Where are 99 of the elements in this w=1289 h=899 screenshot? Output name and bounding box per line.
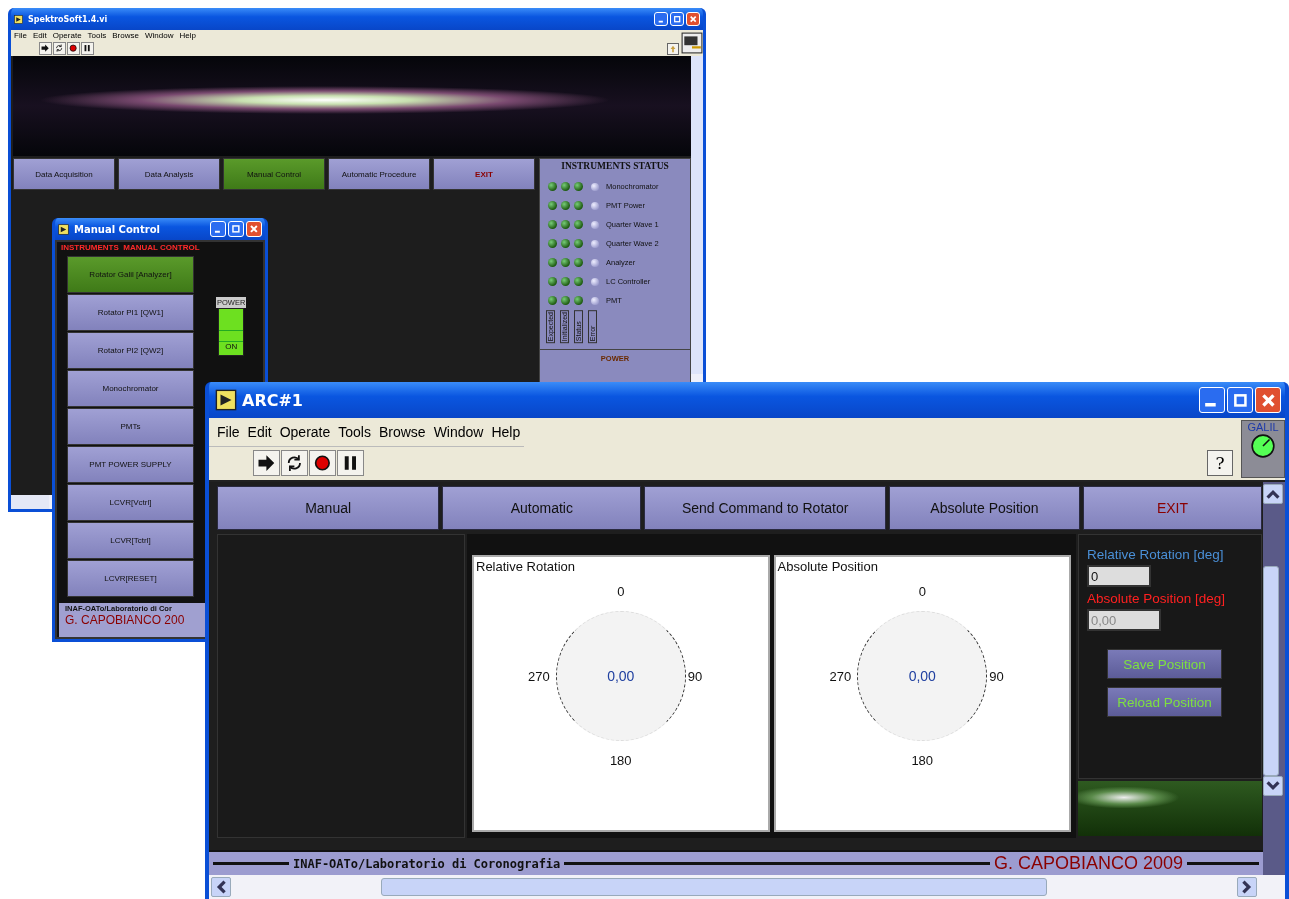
vertical-scrollbar[interactable]	[691, 56, 703, 374]
scroll-thumb[interactable]	[1263, 566, 1279, 776]
menu-item[interactable]: Browse	[374, 424, 430, 440]
input-field[interactable]: 0	[1087, 565, 1151, 587]
tick-label: 90	[989, 668, 1004, 684]
author-credit: G. CAPOBIANCO 2009	[993, 853, 1183, 874]
arrow-icon	[41, 44, 50, 53]
tab[interactable]: EXIT	[1082, 486, 1262, 530]
menu-item[interactable]: Operate	[275, 424, 335, 440]
app-icon	[215, 389, 237, 411]
window-title: SpektroSoft1.4.vi	[28, 14, 109, 24]
tab[interactable]: Automatic Procedure	[328, 158, 430, 190]
dial-value: 0,00	[607, 668, 635, 684]
run-button[interactable]	[253, 450, 280, 476]
maximize-button[interactable]	[1227, 387, 1253, 413]
minimize-button[interactable]	[654, 12, 668, 26]
tab[interactable]: EXIT	[433, 158, 535, 190]
gauge-title: Absolute Position	[777, 559, 879, 574]
instrument-button[interactable]: Rotator PI1 [QW1]	[67, 294, 194, 331]
app-icon	[58, 223, 69, 235]
close-button[interactable]	[1255, 387, 1281, 413]
stop-button[interactable]	[67, 42, 80, 55]
tab[interactable]: Manual Control	[223, 158, 325, 190]
panel-title: INSTRUMENTS STATUS	[561, 160, 669, 173]
tick-label: 90	[687, 668, 703, 684]
minimize-button[interactable]	[1199, 387, 1225, 413]
tick-label: 270	[528, 668, 550, 684]
menu-item[interactable]: Operate	[49, 30, 85, 42]
arrow-icon	[257, 454, 276, 472]
close-icon	[688, 14, 698, 24]
run-continuously-button[interactable]	[53, 42, 66, 55]
field-label: Relative Rotation [deg]	[1087, 547, 1224, 562]
lab-name: INAF-OATo/Laboratorio di Coronografia	[293, 856, 561, 871]
menu-item[interactable]: File	[213, 424, 244, 440]
minimize-button[interactable]	[210, 221, 226, 237]
tick-label: 180	[609, 753, 632, 768]
scroll-thumb[interactable]	[381, 878, 1047, 896]
tick-label: 0	[918, 584, 926, 599]
instrument-button[interactable]: LCVR[RESET]	[67, 560, 194, 597]
menu-item[interactable]: Help	[487, 424, 525, 440]
tick-label: 270	[829, 668, 852, 684]
stop-button[interactable]	[309, 450, 336, 476]
instrument-button[interactable]: LCVR[Tctrl]	[67, 522, 194, 559]
circular-arrows-icon	[285, 454, 304, 472]
tab[interactable]: Data Analysis	[118, 158, 220, 190]
window-title: ARC#1	[242, 390, 304, 410]
instrument-button[interactable]: Rotator Galil [Analyzer]	[67, 256, 194, 293]
instrument-button[interactable]: LCVR[Vctrl]	[67, 484, 194, 521]
menu-item[interactable]: Help	[176, 30, 199, 42]
knob-icon	[1250, 433, 1276, 459]
run-continuously-button[interactable]	[281, 450, 308, 476]
gauge-title: Relative Rotation	[476, 559, 576, 574]
badge-label: GALIL	[1247, 421, 1279, 433]
run-button[interactable]	[39, 42, 52, 55]
maximize-icon	[1231, 391, 1249, 409]
author-credit: G. CAPOBIANCO 200	[65, 613, 186, 627]
stop-icon	[69, 44, 78, 53]
maximize-icon	[231, 224, 241, 234]
menu-item[interactable]: File	[11, 30, 30, 42]
tick-label: 180	[911, 753, 934, 768]
menu-item[interactable]: Browse	[109, 30, 142, 42]
tab[interactable]: Manual	[217, 486, 440, 530]
instrument-button[interactable]: PMT POWER SUPPLY	[67, 446, 194, 483]
menu-item[interactable]: Tools	[334, 424, 375, 440]
pause-icon	[83, 44, 92, 53]
pause-button[interactable]	[81, 42, 94, 55]
instrument-button[interactable]: Rotator PI2 [QW2]	[67, 332, 194, 369]
tab[interactable]: Absolute Position	[888, 486, 1080, 530]
instrument-button[interactable]: PMTs	[67, 408, 194, 445]
maximize-button[interactable]	[228, 221, 244, 237]
menu-item[interactable]: Edit	[243, 424, 276, 440]
tab[interactable]: Send Command to Rotator	[644, 486, 886, 530]
close-button[interactable]	[686, 12, 700, 26]
dial-value: 0,00	[908, 668, 936, 684]
window-title: Manual Control	[74, 223, 161, 235]
app-icon	[14, 14, 23, 24]
close-icon	[1259, 391, 1277, 409]
power-switch[interactable]: ON	[218, 308, 245, 356]
horizontal-scrollbar[interactable]	[209, 875, 1285, 899]
close-icon	[249, 224, 259, 234]
menu-item[interactable]: Tools	[84, 30, 110, 42]
menu-item[interactable]: Window	[141, 30, 177, 42]
menu-item[interactable]: Edit	[29, 30, 50, 42]
stop-icon	[313, 454, 332, 472]
menu-item[interactable]: Window	[429, 424, 488, 440]
tab[interactable]: Data Acquisition	[13, 158, 115, 190]
field-label: Absolute Position [deg]	[1087, 591, 1226, 606]
maximize-icon	[672, 14, 682, 24]
maximize-button[interactable]	[670, 12, 684, 26]
vi-icon	[681, 32, 703, 54]
tick-label: 0	[617, 584, 625, 599]
tab[interactable]: Automatic	[442, 486, 642, 530]
circular-arrows-icon	[55, 44, 64, 53]
instrument-button[interactable]: Monochromator	[67, 370, 194, 407]
horizontal-scrollbar[interactable]	[11, 495, 49, 509]
panel-heading: INSTRUMENTS MANUAL CONTROL	[60, 242, 201, 253]
pause-button[interactable]	[337, 450, 364, 476]
close-button[interactable]	[246, 221, 262, 237]
help-button[interactable]: ?	[1207, 450, 1233, 476]
